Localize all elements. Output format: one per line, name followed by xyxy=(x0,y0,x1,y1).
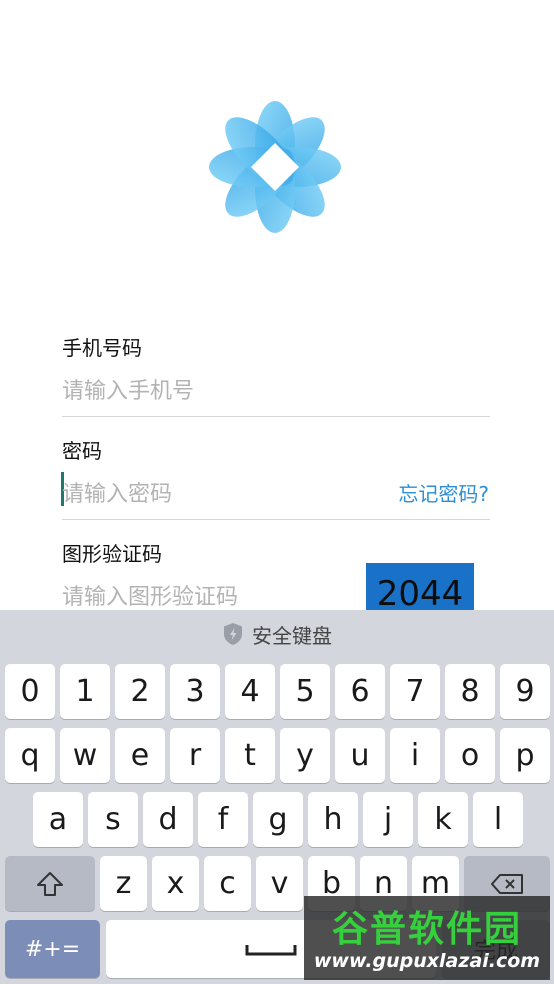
captcha-image[interactable]: 2044 xyxy=(366,563,474,611)
watermark: 谷普软件园 www.gupuxlazai.com xyxy=(304,896,550,980)
key-g[interactable]: g xyxy=(253,792,303,847)
key-c[interactable]: c xyxy=(204,856,251,911)
key-p[interactable]: p xyxy=(500,728,550,783)
key-u[interactable]: u xyxy=(335,728,385,783)
key-0[interactable]: 0 xyxy=(5,664,55,719)
key-h[interactable]: h xyxy=(308,792,358,847)
key-a[interactable]: a xyxy=(33,792,83,847)
forgot-password-link[interactable]: 忘记密码? xyxy=(398,478,489,507)
key-t[interactable]: t xyxy=(225,728,275,783)
key-4[interactable]: 4 xyxy=(225,664,275,719)
app-logo xyxy=(209,101,341,233)
watermark-brand: 谷普软件园 xyxy=(331,909,522,950)
password-divider xyxy=(62,519,490,520)
key-x[interactable]: x xyxy=(152,856,199,911)
phone-divider xyxy=(62,416,490,417)
key-j[interactable]: j xyxy=(363,792,413,847)
key-5[interactable]: 5 xyxy=(280,664,330,719)
keyboard-header: 安全键盘 xyxy=(0,610,554,658)
key-q[interactable]: q xyxy=(5,728,55,783)
phone-label: 手机号码 xyxy=(62,336,142,360)
watermark-url: www.gupuxlazai.com xyxy=(313,950,541,972)
key-1[interactable]: 1 xyxy=(60,664,110,719)
shift-key[interactable] xyxy=(5,856,95,911)
backspace-icon xyxy=(491,873,523,894)
key-f[interactable]: f xyxy=(198,792,248,847)
key-k[interactable]: k xyxy=(418,792,468,847)
key-z[interactable]: z xyxy=(100,856,147,911)
captcha-input[interactable]: 请输入图形验证码 xyxy=(62,579,238,611)
key-l[interactable]: l xyxy=(473,792,523,847)
key-e[interactable]: e xyxy=(115,728,165,783)
space-icon xyxy=(245,945,297,956)
phone-input[interactable]: 请输入手机号 xyxy=(62,373,194,405)
key-i[interactable]: i xyxy=(390,728,440,783)
key-y[interactable]: y xyxy=(280,728,330,783)
shift-icon xyxy=(37,871,63,896)
shield-icon xyxy=(224,623,242,645)
key-v[interactable]: v xyxy=(256,856,303,911)
key-6[interactable]: 6 xyxy=(335,664,385,719)
password-input[interactable]: 请输入密码 xyxy=(62,476,172,508)
key-3[interactable]: 3 xyxy=(170,664,220,719)
key-w[interactable]: w xyxy=(60,728,110,783)
key-d[interactable]: d xyxy=(143,792,193,847)
key-9[interactable]: 9 xyxy=(500,664,550,719)
key-s[interactable]: s xyxy=(88,792,138,847)
key-r[interactable]: r xyxy=(170,728,220,783)
keyboard-title: 安全键盘 xyxy=(252,623,332,648)
key-7[interactable]: 7 xyxy=(390,664,440,719)
symbols-key[interactable]: #+= xyxy=(5,920,100,978)
key-o[interactable]: o xyxy=(445,728,495,783)
key-2[interactable]: 2 xyxy=(115,664,165,719)
key-8[interactable]: 8 xyxy=(445,664,495,719)
captcha-label: 图形验证码 xyxy=(62,542,162,566)
password-label: 密码 xyxy=(62,439,102,463)
